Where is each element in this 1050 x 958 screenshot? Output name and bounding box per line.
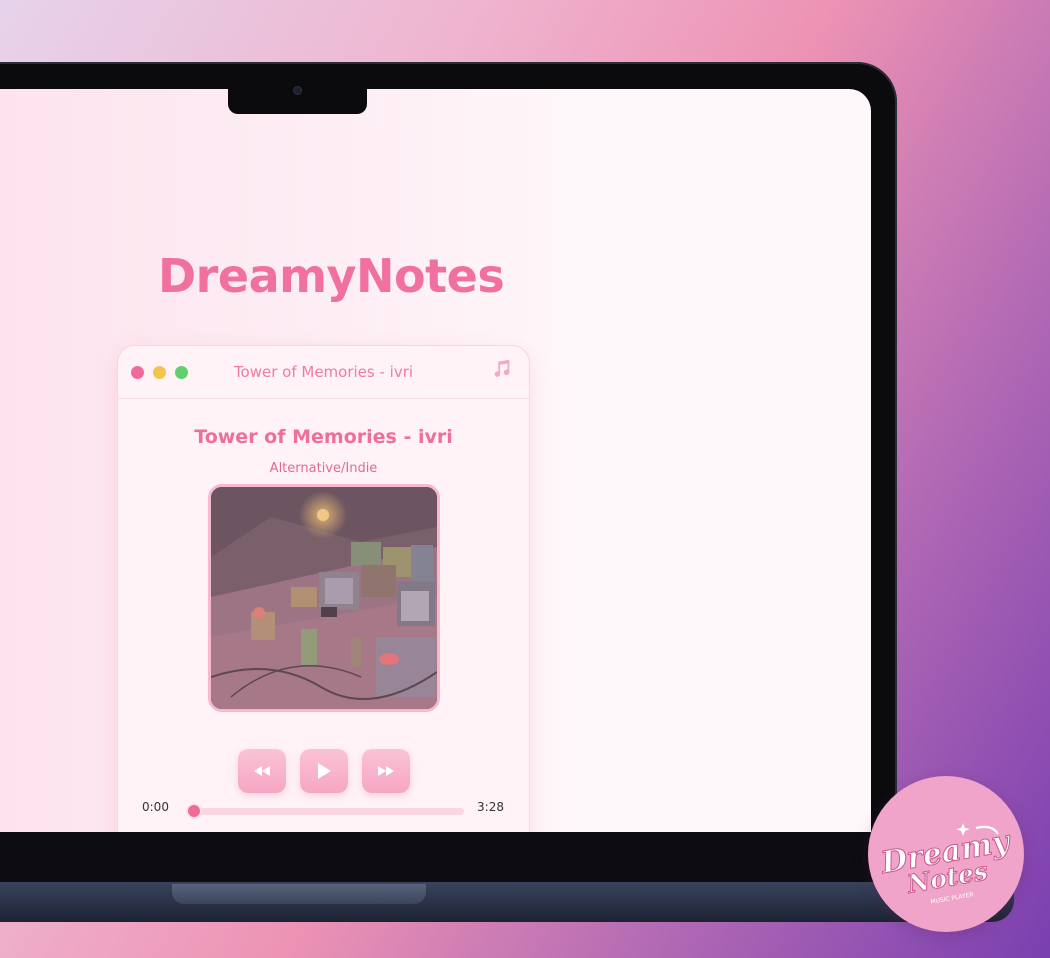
track-title: Tower of Memories - ivri [194,426,453,448]
play-icon [318,763,331,779]
elapsed-time: 0:00 [142,800,169,814]
track-genre: Alternative/Indie [269,461,378,476]
laptop-bezel-bottom [0,832,895,882]
app-title: DreamyNotes [158,249,505,303]
fast-forward-icon [378,766,394,776]
laptop-screen: DreamyNotes Tower of Memories - ivri Tow… [0,89,871,832]
progress-slider-thumb[interactable] [186,803,202,819]
laptop-opening-groove [172,884,426,904]
play-button[interactable] [300,749,348,793]
rewind-button[interactable] [238,749,286,793]
laptop-base [0,882,1014,922]
music-note-icon [494,359,510,377]
window-title: Tower of Memories - ivri [233,363,414,381]
camera-icon [293,86,302,95]
dreamynotes-logo: Dreamy Notes MUSIC PLAYER [877,823,1015,906]
progress-slider[interactable] [186,803,464,819]
camera-notch [228,84,367,114]
fast-forward-button[interactable] [362,749,410,793]
album-cover [208,484,440,712]
track-duration: 3:28 [477,800,504,814]
music-player-window: Tower of Memories - ivri Tower of Memori… [117,345,530,832]
window-titlebar: Tower of Memories - ivri [118,346,529,399]
dreamynotes-logo-badge: Dreamy Notes MUSIC PLAYER [868,776,1024,932]
rewind-icon [254,766,270,776]
